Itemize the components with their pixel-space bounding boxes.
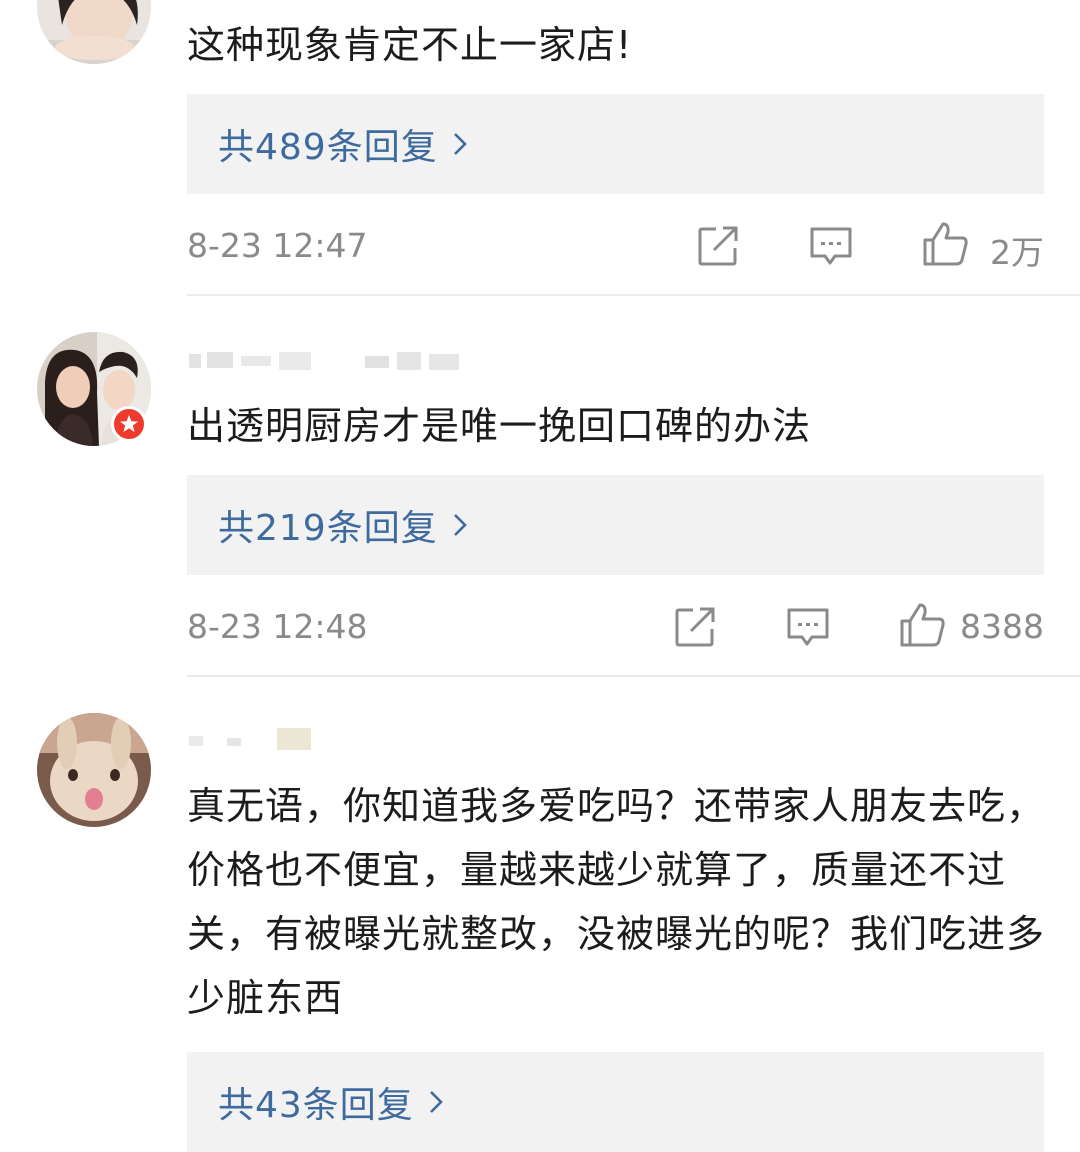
comment-meta: 8-23 12:47 2万: [187, 216, 1044, 276]
like-icon[interactable]: [921, 220, 969, 268]
view-replies-button[interactable]: 共489条回复: [187, 94, 1044, 194]
chevron-right-icon: [452, 131, 468, 157]
comment-icon[interactable]: [786, 605, 830, 649]
avatar[interactable]: [37, 0, 151, 64]
timestamp: 8-23 12:47: [187, 226, 368, 265]
share-icon[interactable]: [673, 605, 717, 649]
comment-icon[interactable]: [809, 224, 853, 268]
reply-count-label: 共219条回复: [218, 508, 438, 549]
comment-meta: 8-23 12:48 8388: [187, 597, 1044, 657]
reply-count-label: 共489条回复: [218, 127, 438, 168]
comment-text: 这种现象肯定不止一家店!: [187, 23, 633, 67]
comment-text: 真无语，你知道我多爱吃吗？还带家人朋友去吃，价格也不便宜，量越来越少就算了，质量…: [187, 784, 1046, 1020]
chevron-right-icon: [428, 1089, 444, 1115]
avatar[interactable]: [37, 713, 151, 827]
view-replies-button[interactable]: 共43条回复: [187, 1052, 1044, 1152]
comment-text: 出透明厨房才是唯一挽回口碑的办法: [187, 404, 812, 448]
view-replies-button[interactable]: 共219条回复: [187, 475, 1044, 575]
divider: [187, 294, 1080, 296]
like-count: 2万: [990, 233, 1044, 272]
username[interactable]: [187, 342, 487, 376]
username[interactable]: [187, 722, 487, 756]
share-icon[interactable]: [696, 224, 740, 268]
timestamp: 8-23 12:48: [187, 607, 368, 646]
reply-count-label: 共43条回复: [218, 1085, 414, 1126]
verified-badge-icon: [111, 406, 147, 442]
chevron-right-icon: [452, 512, 468, 538]
like-count: 8388: [960, 607, 1044, 646]
like-icon[interactable]: [898, 601, 946, 649]
divider: [187, 675, 1080, 677]
